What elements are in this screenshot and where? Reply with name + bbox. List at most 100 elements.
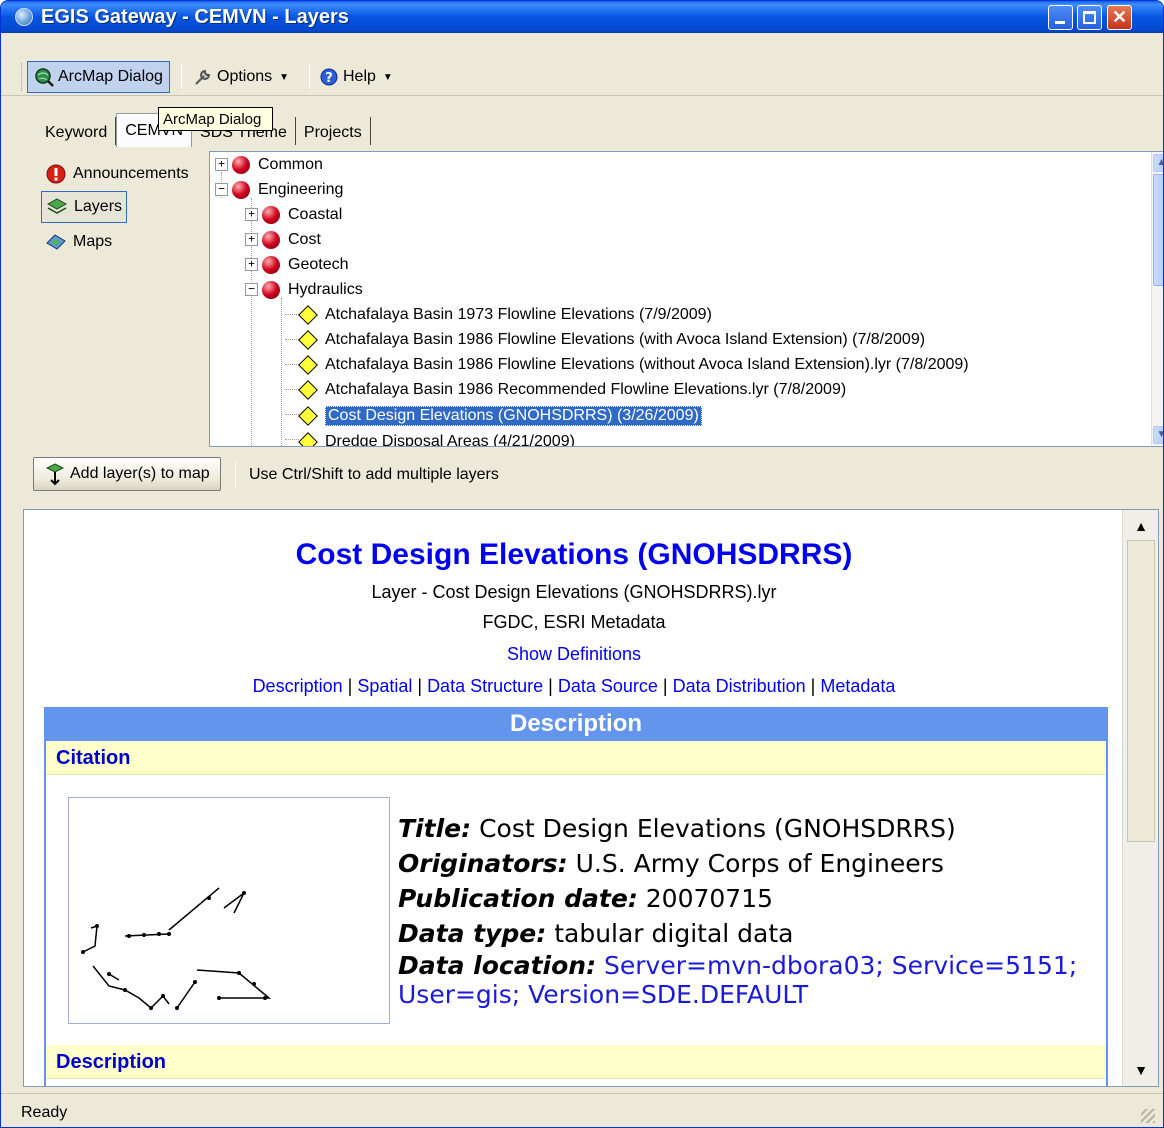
link-data-distribution[interactable]: Data Distribution bbox=[673, 676, 806, 696]
sidebar-item-label: Layers bbox=[74, 198, 123, 215]
datatype-key: Data type: bbox=[398, 919, 547, 948]
scroll-thumb[interactable] bbox=[1127, 540, 1155, 842]
thumbnail-lines bbox=[81, 887, 272, 1010]
arcmap-dialog-button[interactable]: ArcMap Dialog bbox=[27, 61, 170, 93]
add-layers-button[interactable]: Add layer(s) to map bbox=[33, 457, 221, 491]
layer-file-line: Layer - Cost Design Elevations (GNOHSDRR… bbox=[371, 582, 777, 602]
sidebar-item-maps[interactable]: Maps bbox=[41, 227, 116, 257]
sidebar-item-label: Announcements bbox=[73, 165, 189, 182]
metadata-scrollbar[interactable]: ▲ ▼ bbox=[1122, 510, 1158, 1086]
layer-diamond-icon bbox=[298, 329, 318, 350]
link-data-source[interactable]: Data Source bbox=[558, 676, 658, 696]
tree-scrollbar[interactable]: ▲ ▼ bbox=[1151, 152, 1163, 446]
close-icon: ✕ bbox=[1111, 7, 1128, 27]
sidebar-item-label: Maps bbox=[73, 233, 113, 250]
layer-tree[interactable]: + Common − Engineering + Coastal + Cost … bbox=[209, 151, 1163, 447]
title-bar[interactable]: EGIS Gateway - CEMVN - Layers ✕ bbox=[1, 1, 1163, 33]
layer-thumbnail bbox=[68, 797, 390, 1024]
tab-projects[interactable]: Projects bbox=[296, 117, 371, 145]
tree-node[interactable]: + Coastal bbox=[245, 202, 342, 227]
minimize-button[interactable] bbox=[1048, 5, 1073, 30]
scroll-thumb[interactable] bbox=[1153, 174, 1163, 286]
arcmap-dialog-label: ArcMap Dialog bbox=[58, 68, 163, 85]
wrench-icon bbox=[195, 69, 211, 85]
options-menu[interactable]: Options ▼ bbox=[187, 61, 295, 93]
collapse-icon[interactable]: − bbox=[215, 183, 228, 196]
tree-node[interactable]: + Cost bbox=[245, 227, 321, 252]
close-button[interactable]: ✕ bbox=[1107, 5, 1132, 30]
sidebar-item-layers[interactable]: Layers bbox=[41, 191, 128, 223]
layer-diamond-icon bbox=[298, 354, 318, 375]
expand-icon[interactable]: + bbox=[245, 258, 258, 271]
help-icon: ? bbox=[320, 68, 338, 86]
chevron-down-icon: ▼ bbox=[382, 71, 393, 83]
globe-search-icon bbox=[35, 68, 54, 87]
scroll-down-arrow-icon[interactable]: ▼ bbox=[1127, 1058, 1155, 1082]
add-layers-label: Add layer(s) to map bbox=[70, 465, 210, 482]
chevron-down-icon: ▼ bbox=[279, 71, 290, 83]
tree-leaf-layer-selected[interactable]: Cost Design Elevations (GNOHSDRRS) (3/26… bbox=[297, 403, 702, 428]
expand-icon[interactable]: + bbox=[245, 233, 258, 246]
group-ball-icon bbox=[262, 255, 280, 274]
tree-leaf-layer[interactable]: Atchafalaya Basin 1986 Flowline Elevatio… bbox=[297, 327, 925, 352]
layers-icon bbox=[46, 198, 68, 214]
tree-node[interactable]: + Common bbox=[215, 152, 323, 177]
title-value: Cost Design Elevations (GNOHSDRRS) bbox=[479, 814, 956, 843]
metadata-pane: Cost Design Elevations (GNOHSDRRS) Layer… bbox=[23, 509, 1159, 1087]
layer-diamond-icon bbox=[298, 405, 318, 426]
layer-diamond-icon bbox=[298, 431, 318, 446]
toolbar-separator bbox=[181, 65, 182, 89]
window-title: EGIS Gateway - CEMVN - Layers bbox=[41, 6, 349, 28]
expand-icon[interactable]: + bbox=[215, 158, 228, 171]
toolbar-grip[interactable] bbox=[21, 63, 24, 91]
options-label: Options bbox=[217, 68, 273, 85]
help-menu[interactable]: ? Help ▼ bbox=[313, 61, 399, 93]
link-metadata[interactable]: Metadata bbox=[820, 676, 895, 696]
section-header-description: Description bbox=[44, 707, 1108, 741]
description-subheader: Description bbox=[46, 1045, 1106, 1079]
expand-icon[interactable]: + bbox=[245, 208, 258, 221]
tree-leaf-layer[interactable]: Atchafalaya Basin 1986 Flowline Elevatio… bbox=[297, 352, 969, 377]
title-key: Title: bbox=[398, 814, 472, 843]
page-title: Cost Design Elevations (GNOHSDRRS) bbox=[295, 538, 853, 571]
sidebar-item-announcements[interactable]: Announcements bbox=[41, 159, 193, 189]
link-description[interactable]: Description bbox=[253, 676, 343, 696]
toolbar-separator bbox=[309, 65, 310, 89]
maximize-button[interactable] bbox=[1077, 5, 1102, 30]
collapse-icon[interactable]: − bbox=[245, 283, 258, 296]
browse-panel: Keyword CEMVN SDS Theme Projects Announc… bbox=[23, 103, 1163, 503]
scroll-down-arrow-icon[interactable]: ▼ bbox=[1153, 426, 1163, 444]
group-ball-icon bbox=[262, 230, 280, 249]
tree-leaf-layer[interactable]: Atchafalaya Basin 1973 Flowline Elevatio… bbox=[297, 302, 712, 327]
maximize-icon bbox=[1083, 11, 1096, 24]
link-data-structure[interactable]: Data Structure bbox=[427, 676, 543, 696]
tree-node[interactable]: − Hydraulics bbox=[245, 277, 363, 302]
help-label: Help bbox=[343, 68, 376, 85]
group-ball-icon bbox=[232, 180, 250, 199]
tab-keyword[interactable]: Keyword bbox=[37, 117, 117, 145]
location-value-1: Server=mvn-dbora03; Service=5151; bbox=[604, 951, 1078, 980]
section-body: Citation Title: Cost Design Elevations (… bbox=[44, 741, 1108, 1086]
globe-icon bbox=[15, 8, 33, 26]
show-definitions-link[interactable]: Show Definitions bbox=[24, 644, 1124, 665]
tree-node[interactable]: + Geotech bbox=[245, 252, 348, 277]
app-window: EGIS Gateway - CEMVN - Layers ✕ ArcMap D… bbox=[0, 0, 1164, 1128]
layer-diamond-icon bbox=[298, 304, 318, 325]
pubdate-value: 20070715 bbox=[645, 884, 774, 913]
scroll-up-arrow-icon[interactable]: ▲ bbox=[1127, 514, 1155, 538]
add-layers-hint: Use Ctrl/Shift to add multiple layers bbox=[249, 466, 499, 483]
originators-key: Originators: bbox=[398, 849, 568, 878]
link-spatial[interactable]: Spatial bbox=[357, 676, 412, 696]
tree-node[interactable]: − Engineering bbox=[215, 177, 343, 202]
citation-header: Citation bbox=[46, 741, 1106, 775]
add-layer-icon bbox=[45, 463, 65, 486]
scroll-up-arrow-icon[interactable]: ▲ bbox=[1153, 154, 1163, 172]
location-value-2: User=gis; Version=SDE.DEFAULT bbox=[398, 980, 809, 1009]
metadata-type-line: FGDC, ESRI Metadata bbox=[482, 612, 666, 632]
alert-icon bbox=[46, 164, 66, 184]
tree-leaf-layer[interactable]: Atchafalaya Basin 1986 Recommended Flowl… bbox=[297, 377, 846, 402]
tree-leaf-layer[interactable]: Dredge Disposal Areas (4/21/2009) bbox=[297, 429, 575, 446]
minimize-icon bbox=[1055, 21, 1065, 24]
citation-info: Title: Cost Design Elevations (GNOHSDRRS… bbox=[398, 811, 1098, 1009]
resize-grip-icon[interactable] bbox=[1141, 1109, 1155, 1123]
